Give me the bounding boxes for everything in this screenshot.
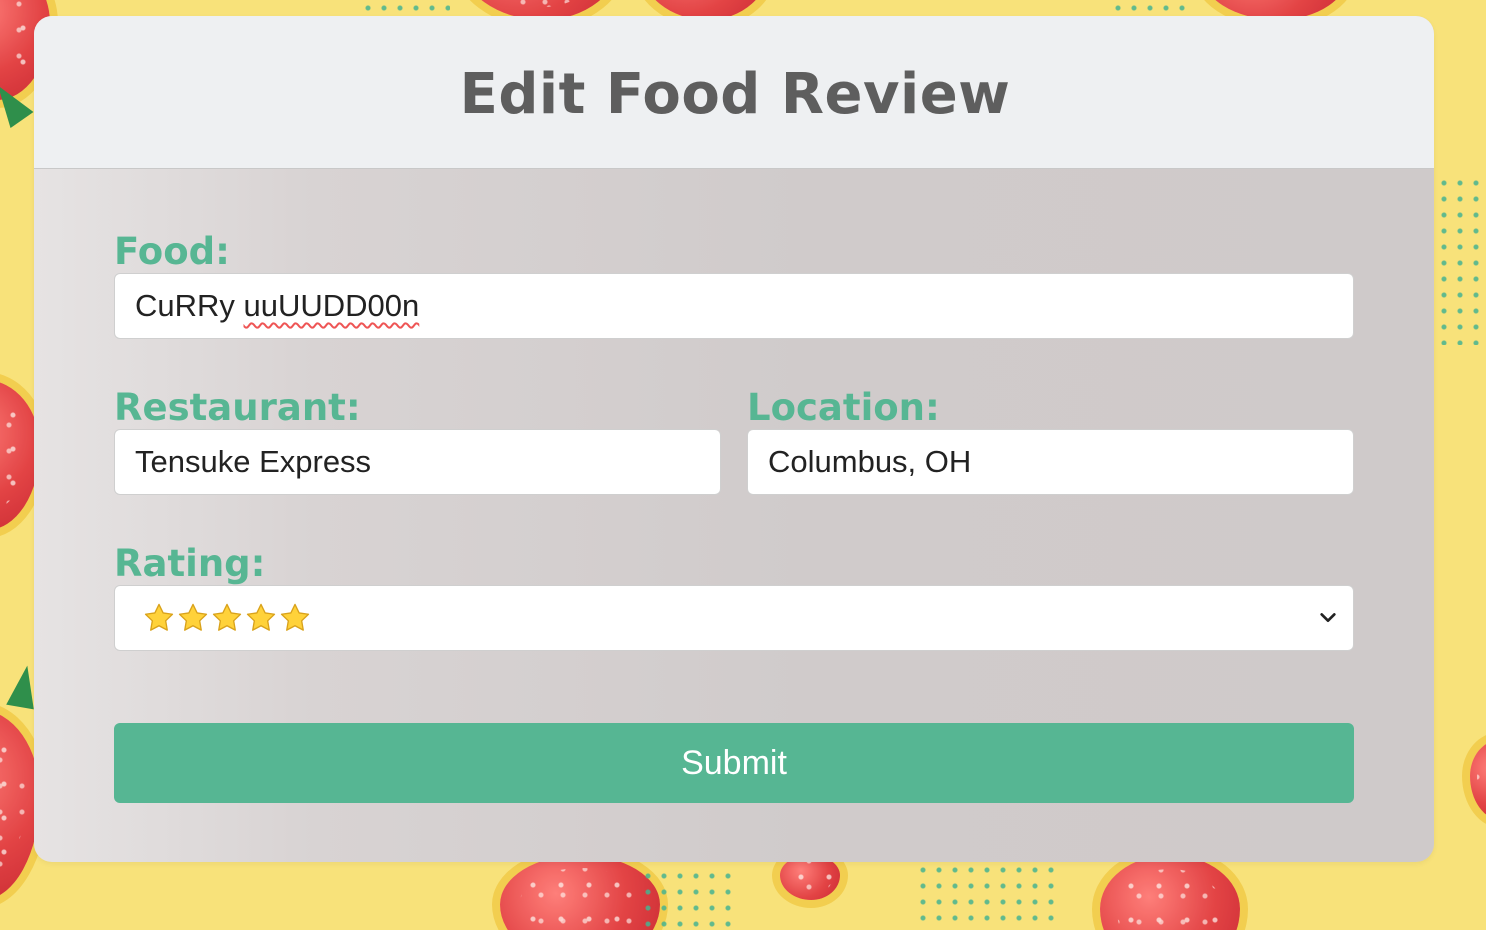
food-value-plain: CuRRy [135, 288, 244, 323]
location-value: Columbus, OH [768, 444, 972, 479]
star-icon [178, 603, 208, 631]
dots-decoration [1110, 0, 1190, 14]
page-title: Edit Food Review [459, 61, 1011, 127]
submit-button[interactable]: Submit [114, 723, 1354, 803]
food-input[interactable]: CuRRy uuUUDD00n [114, 273, 1354, 339]
location-field-group: Location: Columbus, OH [747, 387, 1354, 495]
edit-review-card: Edit Food Review Food: CuRRy uuUUDD00n R… [34, 16, 1434, 862]
chevron-down-icon [1320, 613, 1336, 623]
dots-decoration [1436, 175, 1486, 345]
location-input[interactable]: Columbus, OH [747, 429, 1354, 495]
restaurant-field-group: Restaurant: Tensuke Express [114, 387, 721, 495]
restaurant-input[interactable]: Tensuke Express [114, 429, 721, 495]
star-icon [246, 603, 276, 631]
location-label: Location: [747, 386, 940, 429]
restaurant-label: Restaurant: [114, 386, 361, 429]
strawberry-decoration [1470, 740, 1486, 820]
food-input-text: CuRRy uuUUDD00n [135, 288, 419, 324]
restaurant-location-row: Restaurant: Tensuke Express Location: Co… [114, 387, 1354, 495]
strawberry-decoration [500, 855, 660, 930]
rating-field-group: Rating: [114, 543, 1354, 651]
dots-decoration [640, 868, 740, 930]
dots-decoration [360, 0, 450, 14]
restaurant-value: Tensuke Express [135, 444, 372, 479]
strawberry-decoration [1100, 855, 1240, 930]
star-icon [280, 603, 310, 631]
star-icon [212, 603, 242, 631]
rating-label: Rating: [114, 542, 266, 585]
rating-stars [135, 602, 311, 634]
star-icon [144, 603, 174, 631]
card-header: Edit Food Review [34, 16, 1434, 169]
rating-select[interactable] [114, 585, 1354, 651]
dots-decoration [915, 862, 1055, 930]
food-label: Food: [114, 230, 230, 273]
food-value-misspelled: uuUUDD00n [243, 288, 420, 323]
edit-review-form: Food: CuRRy uuUUDD00n Restaurant: Tensuk… [34, 169, 1434, 803]
food-field-group: Food: CuRRy uuUUDD00n [114, 231, 1354, 339]
